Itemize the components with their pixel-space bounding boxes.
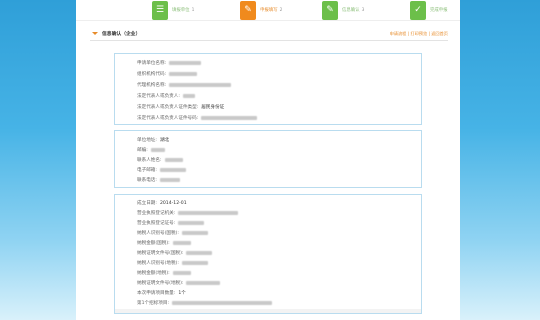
section-links[interactable]: 申请流程 | 打印预览 | 返回首页 [390,31,448,37]
info-row: 纳税证明文件号(国税): [137,249,213,257]
info-row: 申请单位名称: [137,59,202,67]
redacted-value [172,241,191,245]
step-number: 3 [361,7,365,13]
field-label: 营业执照登记证号: [137,221,176,226]
info-row: 成立日期: 2014-12-01 [137,199,187,207]
field-label: 本次申请项目数量: [137,291,176,296]
info-row: 电子邮箱: [137,166,186,174]
section-header: 信息确认（企业） 申请流程 | 打印预览 | 返回首页 [90,27,448,41]
info-row: 法定代表人或负责人证件号码: [137,114,258,122]
edit-icon: ✎ [322,0,338,20]
field-label: 申请单位名称: [137,61,167,66]
field-label: 纳税证明文件号(地税): [137,281,184,286]
redacted-value [182,94,195,98]
checklist-icon: ☰ [152,0,168,20]
info-row: 法定代表人或负责人: [137,92,195,100]
check-icon: ✓ [410,0,426,20]
info-row: 本次申请项目数量: 1个 [137,289,186,297]
redacted-value [169,61,202,65]
redacted-value [164,158,183,162]
info-row: 纳税金额(地税): [137,269,191,277]
contact-info-box: 单位地址: 湖北 邮编: 联系人姓名: 电子邮箱: 联系电话: [114,130,422,188]
step-fill-unit[interactable]: ☰ 填报单位 1 [152,0,194,20]
step-label: 申报填写 [260,8,278,13]
redacted-value [169,72,198,76]
registration-info-box: 成立日期: 2014-12-01 营业执照登记机关: 营业执照登记证号: 纳税人识… [114,194,422,314]
step-label: 信息确认 [342,8,360,13]
field-value: 湖北 [159,138,170,143]
step-confirm-info[interactable]: ✎ 信息确认 3 [322,0,364,20]
field-label: 电子邮箱: [137,168,157,173]
field-label: 联系人姓名: [137,158,162,163]
field-label: 纳税证明文件号(国税): [137,251,184,256]
redacted-value [169,83,232,87]
field-label: 纳税金额(地税): [137,271,170,276]
field-label: 法定代表人或负责人: [137,94,180,99]
field-value: 2014-12-01 [159,200,187,206]
field-label: 联系电话: [137,178,157,183]
redacted-value [201,116,258,120]
info-row: 联系电话: [137,176,180,184]
field-label: 法定代表人或负责人证件类型: [137,105,199,110]
info-row: 纳税人识别号(国税): [137,229,208,237]
redacted-value [150,148,165,152]
box-bottom [115,309,421,313]
info-row: 邮编: [137,146,165,154]
step-bar: ☰ 填报单位 1 ✎ 申报填写 2 ✎ 信息确认 3 ✓ 完成申报 [76,0,460,21]
applicant-info-box: 申请单位名称: 组织机构代码: 代理机构名称: 法定代表人或负责人: 法定代表人… [114,53,422,125]
field-value: 1个 [178,291,186,296]
redacted-value [172,271,191,275]
page: ☰ 填报单位 1 ✎ 申报填写 2 ✎ 信息确认 3 ✓ 完成申报 信息确认（企… [76,0,460,320]
step-number: 2 [279,7,283,13]
redacted-value [178,211,239,215]
section-title: 信息确认（企业） [102,32,141,37]
redacted-value [181,231,208,235]
field-label: 第1个招标项目: [137,301,170,306]
info-row: 组织机构代码: [137,70,198,78]
field-label: 单位地址: [137,138,157,143]
redacted-value [178,221,205,225]
info-row: 联系人姓名: [137,156,183,164]
info-row: 纳税人识别号(地税): [137,259,208,267]
field-label: 纳税人识别号(地税): [137,261,179,266]
edit-icon: ✎ [240,0,256,20]
field-label: 组织机构代码: [137,72,167,77]
step-complete[interactable]: ✓ 完成申报 [410,0,448,20]
info-row: 纳税证明文件号(地税): [137,279,221,287]
info-row: 代理机构名称: [137,81,232,89]
info-row: 第1个招标项目: [137,299,273,307]
info-row: 营业执照登记机关: [137,209,239,217]
step-fill-application[interactable]: ✎ 申报填写 2 [240,0,282,20]
field-label: 邮编: [137,148,148,153]
info-row: 营业执照登记证号: [137,219,205,227]
step-label: 填报单位 [172,8,190,13]
field-label: 代理机构名称: [137,83,167,88]
step-label: 完成申报 [430,8,448,13]
field-label: 纳税金额(国税): [137,241,170,246]
redacted-value [159,178,180,182]
info-row: 法定代表人或负责人证件类型: 居民身份证 [137,103,224,111]
field-label: 法定代表人或负责人证件号码: [137,116,199,121]
redacted-value [186,251,213,255]
field-label: 纳税人识别号(国税): [137,231,179,236]
info-row: 纳税金额(国税): [137,239,191,247]
caret-down-icon [92,32,98,35]
redacted-value [181,261,208,265]
info-row: 单位地址: 湖北 [137,136,169,144]
field-value: 居民身份证 [201,105,225,110]
field-label: 营业执照登记机关: [137,211,176,216]
step-number: 1 [191,7,195,13]
redacted-value [186,281,221,285]
field-label: 成立日期: [137,201,157,206]
redacted-value [159,168,186,172]
redacted-value [172,301,273,305]
